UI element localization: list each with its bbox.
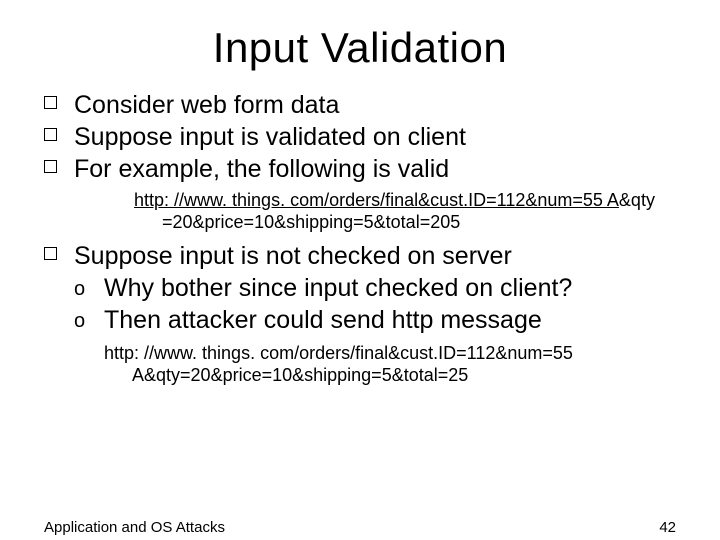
circle-bullet-icon: o bbox=[74, 309, 85, 333]
circle-bullet-icon: o bbox=[74, 277, 85, 301]
url-text-tail: =20&price=10&shipping=5&total=25 bbox=[180, 365, 468, 385]
slide-content: Consider web form data Suppose input is … bbox=[44, 90, 680, 386]
sub-bullet-1: o Why bother since input checked on clie… bbox=[74, 273, 680, 303]
bullet-text: Suppose input is not checked on server bbox=[74, 242, 512, 270]
slide: Input Validation Consider web form data … bbox=[0, 24, 720, 540]
bullet-1: Consider web form data bbox=[44, 90, 680, 120]
bullet-text: For example, the following is valid bbox=[74, 155, 449, 183]
square-bullet-icon bbox=[44, 96, 57, 109]
square-bullet-icon bbox=[44, 247, 57, 260]
url-text-underlined: http: //www. things. com/orders/final&cu… bbox=[134, 190, 619, 210]
slide-title: Input Validation bbox=[0, 24, 720, 72]
sub-bullet-2: o Then attacker could send http message bbox=[74, 305, 680, 335]
url-example-1: http: //www. things. com/orders/final&cu… bbox=[102, 190, 680, 233]
url-example-2: http: //www. things. com/orders/final&cu… bbox=[74, 343, 680, 386]
bullet-text: Suppose input is validated on client bbox=[74, 123, 466, 151]
square-bullet-icon bbox=[44, 160, 57, 173]
bullet-4: Suppose input is not checked on server bbox=[44, 241, 680, 271]
page-number: 42 bbox=[659, 519, 676, 536]
sub-bullet-text: Why bother since input checked on client… bbox=[104, 274, 572, 302]
bullet-2: Suppose input is validated on client bbox=[44, 122, 680, 152]
sub-bullet-text: Then attacker could send http message bbox=[104, 306, 542, 334]
bullet-3: For example, the following is valid bbox=[44, 154, 680, 184]
square-bullet-icon bbox=[44, 128, 57, 141]
bullet-text: Consider web form data bbox=[74, 91, 339, 119]
footer-left: Application and OS Attacks bbox=[44, 519, 225, 536]
